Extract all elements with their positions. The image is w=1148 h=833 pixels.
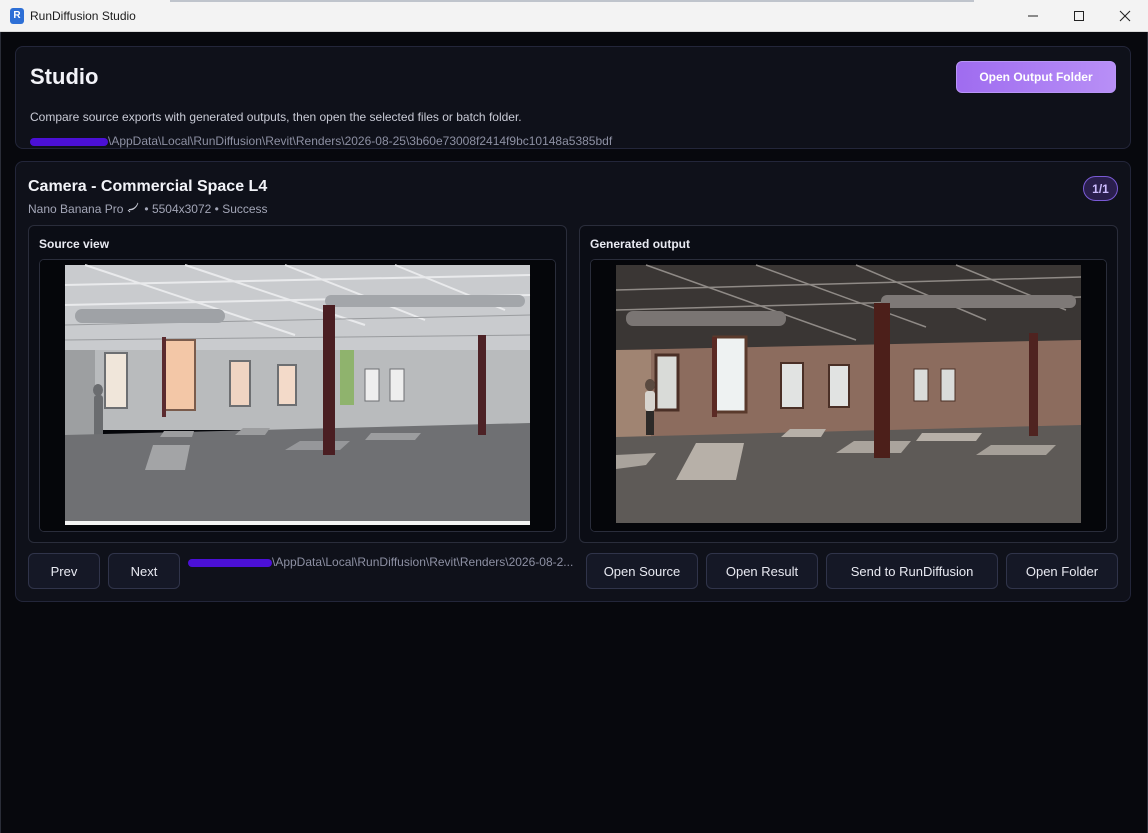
model-name: Nano Banana Pro bbox=[28, 201, 124, 216]
banana-icon bbox=[127, 201, 140, 216]
image-details: • 5504x3072 • Success bbox=[144, 201, 268, 216]
result-counter-badge: 1/1 bbox=[1083, 176, 1118, 201]
window-titlebar: R RunDiffusion Studio bbox=[0, 0, 1148, 32]
source-view-label: Source view bbox=[39, 237, 110, 251]
studio-header-card: Studio Compare source exports with gener… bbox=[15, 46, 1131, 149]
open-folder-button[interactable]: Open Folder bbox=[1006, 553, 1118, 589]
camera-compare-card: Camera - Commercial Space L4 Nano Banana… bbox=[15, 161, 1131, 602]
generated-render-image bbox=[591, 260, 1106, 531]
maximize-icon[interactable] bbox=[1056, 0, 1102, 32]
redacted-path-prefix bbox=[188, 558, 272, 567]
redacted-path-prefix bbox=[30, 137, 108, 146]
source-view-panel: Source view bbox=[28, 225, 567, 543]
send-to-rundiffusion-button[interactable]: Send to RunDiffusion bbox=[826, 553, 998, 589]
app-icon: R bbox=[10, 7, 24, 24]
prev-button[interactable]: Prev bbox=[28, 553, 100, 589]
minimize-icon[interactable] bbox=[1010, 0, 1056, 32]
window-controls bbox=[1010, 0, 1148, 32]
current-file-path-text: \AppData\Local\RunDiffusion\Revit\Render… bbox=[272, 555, 574, 569]
close-icon[interactable] bbox=[1102, 0, 1148, 32]
window-title: RunDiffusion Studio bbox=[30, 8, 136, 23]
page-title: Studio bbox=[30, 64, 99, 89]
output-path: \AppData\Local\RunDiffusion\Revit\Render… bbox=[30, 134, 612, 148]
page-description: Compare source exports with generated ou… bbox=[30, 110, 522, 124]
source-image-frame[interactable] bbox=[39, 259, 556, 532]
titlebar-accent-line bbox=[170, 0, 974, 2]
next-button[interactable]: Next bbox=[108, 553, 180, 589]
open-source-button[interactable]: Open Source bbox=[586, 553, 698, 589]
output-path-text: \AppData\Local\RunDiffusion\Revit\Render… bbox=[108, 134, 613, 148]
open-result-button[interactable]: Open Result bbox=[706, 553, 818, 589]
generated-output-label: Generated output bbox=[590, 237, 691, 251]
camera-meta: Nano Banana Pro • 5504x3072 • Success bbox=[28, 201, 268, 216]
current-file-path: \AppData\Local\RunDiffusion\Revit\Render… bbox=[188, 555, 578, 569]
generated-image-frame[interactable] bbox=[590, 259, 1107, 532]
generated-output-panel: Generated output bbox=[579, 225, 1118, 543]
source-render-image bbox=[40, 260, 555, 531]
camera-title: Camera - Commercial Space L4 bbox=[28, 178, 268, 195]
app-content: Studio Compare source exports with gener… bbox=[0, 32, 1148, 833]
open-output-folder-button[interactable]: Open Output Folder bbox=[956, 61, 1116, 93]
